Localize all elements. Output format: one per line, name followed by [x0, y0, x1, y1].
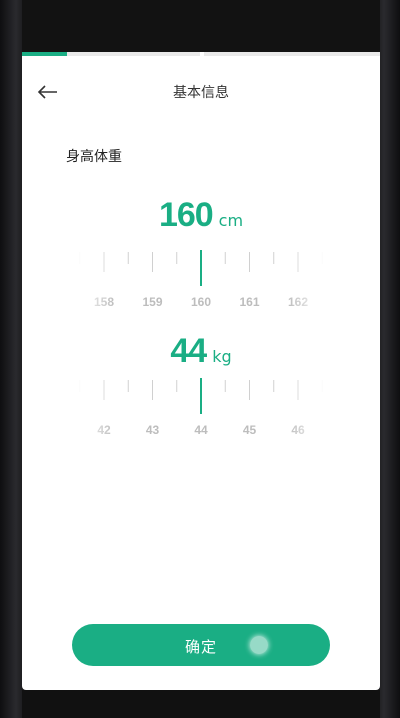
height-ruler[interactable]: 158159160161162: [78, 246, 324, 326]
weight-readout: 44 kg: [22, 332, 380, 371]
weight-unit: kg: [212, 347, 232, 366]
confirm-button-label: 确定: [184, 638, 217, 656]
touch-indicator: [250, 636, 268, 654]
weight-value: 44: [170, 332, 207, 370]
height-edge-fade: [78, 246, 324, 326]
height-readout: 160 cm: [22, 196, 380, 235]
phone-bottom-bezel: [22, 690, 380, 718]
confirm-button[interactable]: 确定: [72, 624, 330, 666]
status-bar: [22, 0, 380, 52]
header: 基本信息: [22, 56, 380, 126]
app-screen: 基本信息 身高体重 160cm 158159160161162 44 kg 424…: [22, 0, 380, 690]
weight-edge-fade: [78, 374, 324, 454]
weight-ruler[interactable]: 4243444546: [78, 374, 324, 454]
page-title: 基本信息: [173, 85, 229, 101]
weight-ruler-svg: 4243444546: [78, 374, 324, 454]
height-value: 160: [158, 196, 214, 234]
height-ruler-svg: 158159160161162: [78, 246, 324, 326]
section-title: 身高体重: [66, 149, 122, 165]
height-unit: cm: [218, 211, 244, 230]
